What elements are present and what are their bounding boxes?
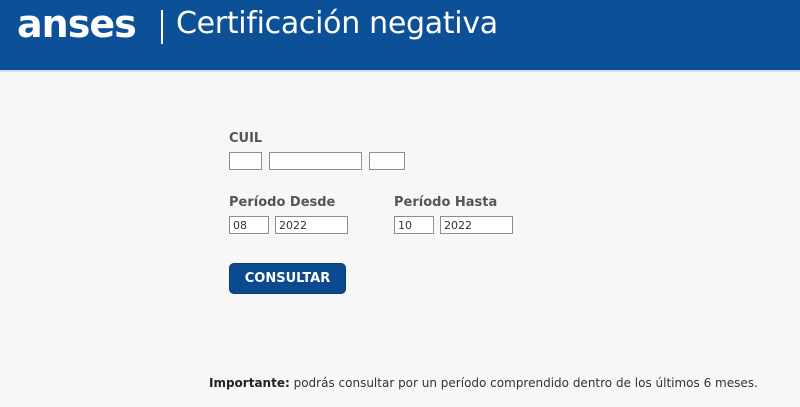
header-divider [161, 10, 163, 44]
cuil-label: CUIL [229, 131, 263, 146]
desde-year-input[interactable] [275, 216, 348, 234]
header-bar: anses Certificación negativa [0, 0, 800, 72]
desde-month-input[interactable] [229, 216, 269, 234]
cuil-suffix-input[interactable] [369, 152, 405, 170]
anses-logo: anses [17, 2, 137, 46]
consultar-button[interactable]: CONSULTAR [229, 263, 346, 294]
page-title: Certificación negativa [176, 6, 498, 41]
important-notice-label: Importante: [209, 376, 290, 390]
periodo-hasta-label: Período Hasta [394, 195, 498, 210]
hasta-year-input[interactable] [440, 216, 513, 234]
periodo-desde-label: Período Desde [229, 195, 336, 210]
hasta-month-input[interactable] [394, 216, 434, 234]
cuil-number-input[interactable] [269, 152, 362, 170]
cuil-prefix-input[interactable] [229, 152, 262, 170]
important-notice-text: podrás consultar por un período comprend… [289, 376, 758, 390]
important-notice: Importante: podrás consultar por un perí… [209, 376, 758, 390]
